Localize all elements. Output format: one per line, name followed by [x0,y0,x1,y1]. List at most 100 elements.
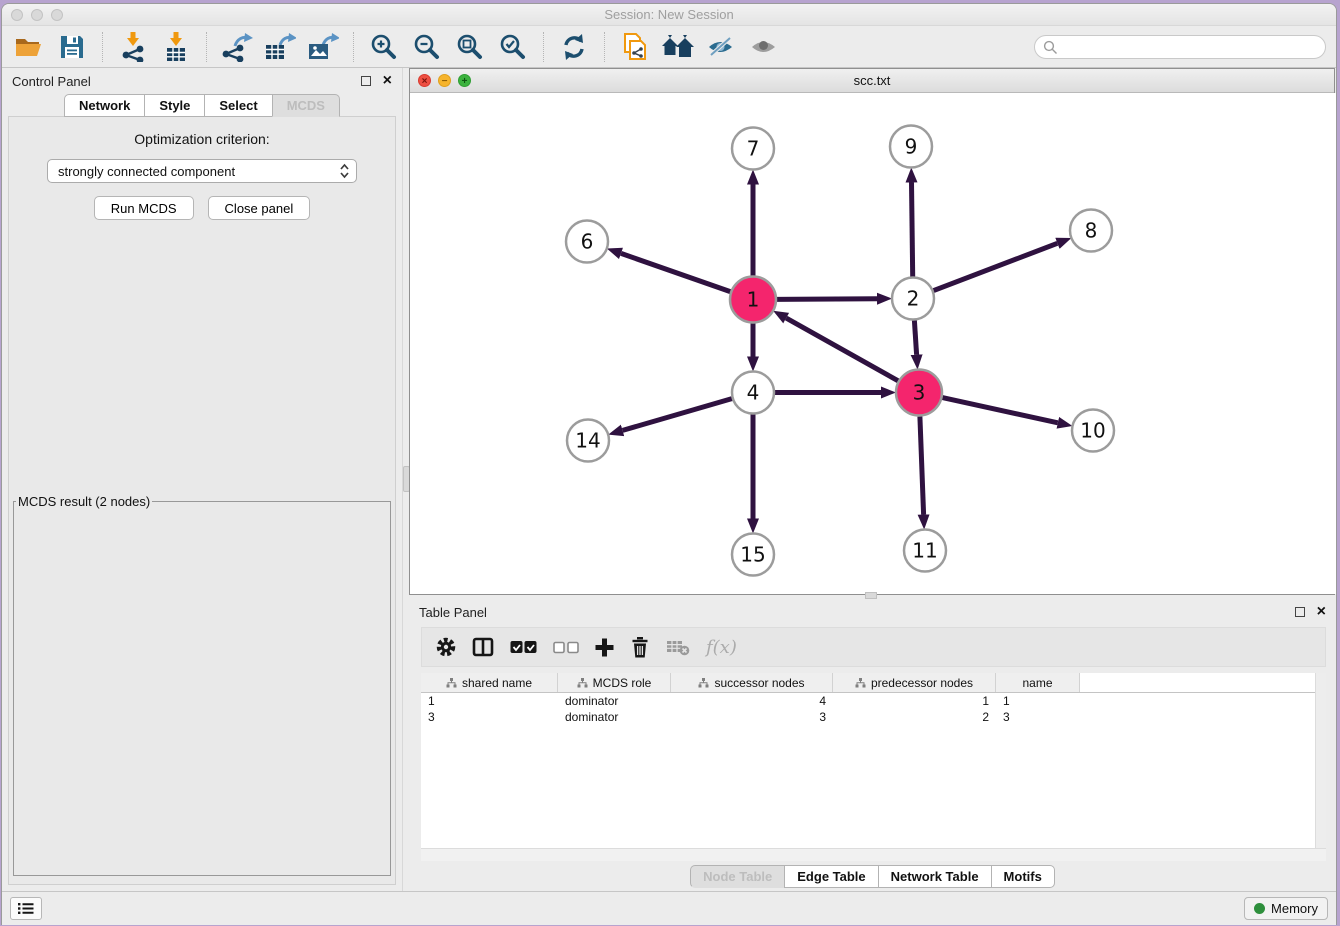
tab-network-table[interactable]: Network Table [878,865,992,888]
zoom-selected-icon[interactable] [496,30,530,64]
cell-shared-name[interactable]: 1 [421,693,558,709]
graph-node-7[interactable]: 7 [732,128,774,170]
close-panel-icon[interactable]: × [383,76,392,86]
table-panel: Table Panel × [409,595,1336,891]
column-header-MCDS-role[interactable]: MCDS role [558,673,671,692]
zoom-in-icon[interactable] [367,30,401,64]
graph-node-8[interactable]: 8 [1070,210,1112,252]
graph-node-11[interactable]: 11 [904,530,946,572]
vertical-splitter[interactable] [402,68,409,891]
export-table-icon[interactable] [263,30,297,64]
select-all-columns-icon[interactable] [510,640,537,654]
memory-button[interactable]: Memory [1244,897,1328,920]
float-table-panel-icon[interactable] [1295,607,1305,617]
toolbar-separator [604,32,605,62]
svg-text:8: 8 [1085,219,1098,243]
export-network-icon[interactable] [220,30,254,64]
close-panel-button[interactable]: Close panel [208,196,311,220]
cell-MCDS-role[interactable]: dominator [558,709,671,725]
close-table-panel-icon[interactable]: × [1317,607,1326,617]
graph-node-4[interactable]: 4 [732,372,774,414]
function-builder-icon: f(x) [706,637,737,658]
home-layout-icon[interactable] [661,30,695,64]
graph-edge-1-2[interactable] [777,299,877,300]
graph-edge-3-10[interactable] [942,398,1057,423]
cell-MCDS-role[interactable]: dominator [558,693,671,709]
graph-node-3[interactable]: 3 [896,370,942,416]
cell-name[interactable]: 1 [996,693,1080,709]
show-graphics-details-icon[interactable] [747,30,781,64]
unselect-all-columns-icon[interactable] [553,641,579,654]
open-session-icon[interactable] [12,30,46,64]
graph-node-9[interactable]: 9 [890,126,932,168]
tab-network[interactable]: Network [64,94,145,117]
run-mcds-button[interactable]: Run MCDS [94,196,194,220]
import-network-icon[interactable] [116,30,150,64]
graph-node-14[interactable]: 14 [567,420,609,462]
table-header-row: shared name MCDS role successor nodes pr… [421,673,1326,693]
cell-successor-nodes[interactable]: 4 [671,693,833,709]
zoom-fit-icon[interactable] [453,30,487,64]
table-horizontal-scrollbar[interactable] [421,848,1326,861]
hide-graphics-details-icon[interactable] [704,30,738,64]
show-column-icon[interactable] [472,637,494,657]
delete-table-icon[interactable] [666,639,690,656]
refresh-icon[interactable] [557,30,591,64]
zoom-out-icon[interactable] [410,30,444,64]
copy-network-view-icon[interactable] [618,30,652,64]
graph-edge-3-1[interactable] [786,318,898,381]
save-session-icon[interactable] [55,30,89,64]
column-header-successor-nodes[interactable]: successor nodes [671,673,833,692]
float-panel-icon[interactable] [361,76,371,86]
graph-node-2[interactable]: 2 [892,278,934,320]
table-options-icon[interactable] [436,637,456,657]
column-header-name[interactable]: name [996,673,1080,692]
graph-node-10[interactable]: 10 [1072,410,1114,452]
network-graph[interactable]: 7 9 6 8 1 2 4 3 14 10 15 11 [410,93,1337,594]
cell-name[interactable]: 3 [996,709,1080,725]
horizontal-splitter-handle[interactable] [865,592,877,599]
table-panel-title: Table Panel [419,605,487,620]
toolbar-separator [543,32,544,62]
graph-edge-3-11[interactable] [920,417,924,515]
cell-predecessor-nodes[interactable]: 2 [833,709,996,725]
graph-edge-2-3[interactable] [914,321,916,355]
cell-shared-name[interactable]: 3 [421,709,558,725]
column-type-icon [855,678,866,688]
export-image-icon[interactable] [306,30,340,64]
cell-successor-nodes[interactable]: 3 [671,709,833,725]
svg-text:9: 9 [905,135,918,159]
graph-node-15[interactable]: 15 [732,534,774,576]
column-header-predecessor-nodes[interactable]: predecessor nodes [833,673,996,692]
search-input[interactable] [1063,37,1325,57]
import-table-icon[interactable] [159,30,193,64]
tab-mcds[interactable]: MCDS [272,94,340,117]
main-toolbar [2,26,1336,68]
select-spinner-icon [339,162,350,180]
graph-node-6[interactable]: 6 [566,221,608,263]
tab-node-table[interactable]: Node Table [690,865,785,888]
tab-style[interactable]: Style [144,94,205,117]
table-vertical-scrollbar[interactable] [1315,673,1326,848]
table-row[interactable]: 1dominator411 [421,693,1326,709]
network-view-window: × − + scc.txt 7 9 6 8 1 2 4 3 [409,68,1335,595]
title-bar: Session: New Session [2,4,1336,26]
tab-motifs[interactable]: Motifs [991,865,1055,888]
column-header-shared-name[interactable]: shared name [421,673,558,692]
add-column-icon[interactable] [595,638,614,657]
mcds-panel: Optimization criterion: strongly connect… [8,116,396,885]
graph-node-1[interactable]: 1 [730,277,776,323]
optimization-criterion-select[interactable]: strongly connected component [47,159,357,183]
tab-select[interactable]: Select [204,94,272,117]
svg-text:6: 6 [581,230,594,254]
table-row[interactable]: 3dominator323 [421,709,1326,725]
graph-edge-4-14[interactable] [623,399,732,431]
task-history-button[interactable] [10,897,42,920]
svg-text:14: 14 [575,429,600,453]
cell-predecessor-nodes[interactable]: 1 [833,693,996,709]
graph-edge-2-9[interactable] [912,183,913,277]
graph-edge-2-8[interactable] [934,243,1058,290]
graph-edge-1-6[interactable] [621,253,730,291]
delete-columns-icon[interactable] [630,637,650,658]
tab-edge-table[interactable]: Edge Table [784,865,878,888]
